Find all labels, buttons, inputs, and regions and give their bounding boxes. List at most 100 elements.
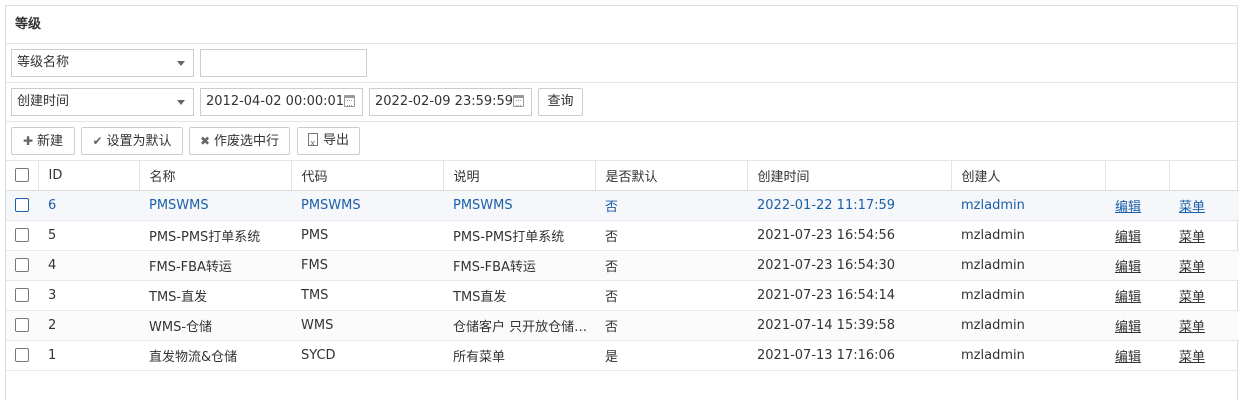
col-header-code[interactable]: 代码 [291,161,444,191]
caret-down-icon [177,100,185,105]
cell-creator: mzladmin [951,310,1105,341]
table-row[interactable]: 4 FMS-FBA转运 FMS FMS-FBA转运 否 2021-07-23 1… [6,250,1239,281]
row-checkbox[interactable] [15,318,29,332]
filter-field-label: 等级名称 [17,55,70,70]
cell-created: 2021-07-13 17:16:06 [747,340,951,371]
cell-default: 否 [595,250,747,281]
panel-title: 等级 [6,6,1237,44]
cell-default: 否 [595,190,747,221]
check-icon: ✔ [92,134,103,148]
cell-desc: 仓储客户 只开放仓储… [443,310,595,341]
start-date-value: 2012-04-02 00:00:01 [206,94,345,109]
cell-edit: 编辑 [1105,310,1169,341]
edit-link[interactable]: 编辑 [1115,290,1141,305]
col-header-default[interactable]: 是否默认 [595,161,748,191]
filter-row-name: 等级名称 [6,44,1237,83]
menu-link[interactable]: 菜单 [1179,200,1205,215]
cell-default: 否 [595,220,747,251]
cell-name: WMS-仓储 [139,310,291,341]
new-label: 新建 [37,134,64,149]
set-default-button[interactable]: ✔ 设置为默认 [81,127,183,155]
cell-desc: TMS直发 [443,280,595,311]
cell-id: 5 [38,220,139,251]
cell-desc: PMSWMS [443,190,595,221]
table-row[interactable]: 6 PMSWMS PMSWMS PMSWMS 否 2022-01-22 11:1… [6,190,1239,221]
cell-name: TMS-直发 [139,280,291,311]
row-checkbox[interactable] [15,348,29,362]
cell-id: 3 [38,280,139,311]
col-header-id[interactable]: ID [38,161,140,191]
col-header-desc[interactable]: 说明 [443,161,596,191]
cell-name: PMSWMS [139,190,291,221]
col-header-creator[interactable]: 创建人 [951,161,1106,191]
table-row[interactable]: 1 直发物流&仓储 SYCD 所有菜单 是 2021-07-13 17:16:0… [6,340,1239,371]
cell-menu: 菜单 [1169,310,1239,341]
cell-name: PMS-PMS打单系统 [139,220,291,251]
row-checkbox-cell [6,280,38,311]
grade-name-input[interactable] [200,49,367,77]
cell-creator: mzladmin [951,250,1105,281]
export-button[interactable]: 导出 [297,127,360,157]
query-button[interactable]: 查询 [538,88,583,116]
cell-edit: 编辑 [1105,220,1169,251]
cell-created: 2021-07-23 16:54:14 [747,280,951,311]
menu-link[interactable]: 菜单 [1179,260,1205,275]
cell-code: FMS [291,250,443,281]
edit-link[interactable]: 编辑 [1115,200,1141,215]
new-button[interactable]: ✚ 新建 [11,127,75,155]
grade-panel: 等级 等级名称 创建时间 2012-04-02 00:00:01 2022-02… [5,5,1239,400]
start-date-input[interactable]: 2012-04-02 00:00:01 [200,88,363,116]
plus-icon: ✚ [22,134,34,148]
edit-link[interactable]: 编辑 [1115,320,1141,335]
calendar-icon[interactable] [513,95,524,107]
cell-code: SYCD [291,340,443,371]
table-row[interactable]: 5 PMS-PMS打单系统 PMS PMS-PMS打单系统 否 2021-07-… [6,220,1239,251]
col-header-edit [1105,161,1170,191]
calendar-icon[interactable] [344,95,355,107]
cell-created: 2021-07-23 16:54:56 [747,220,951,251]
filter-row-time: 创建时间 2012-04-02 00:00:01 2022-02-09 23:5… [6,83,1237,122]
row-checkbox[interactable] [15,198,29,212]
filter-field-select-time[interactable]: 创建时间 [11,88,194,116]
cell-menu: 菜单 [1169,190,1239,221]
cell-creator: mzladmin [951,220,1105,251]
set-default-label: 设置为默认 [106,134,172,149]
edit-link[interactable]: 编辑 [1115,230,1141,245]
filter-field-select-name[interactable]: 等级名称 [11,49,194,77]
cell-id: 2 [38,310,139,341]
cell-default: 是 [595,340,747,371]
cell-creator: mzladmin [951,190,1105,221]
row-checkbox-cell [6,250,38,281]
cell-default: 否 [595,280,747,311]
cell-code: PMSWMS [291,190,443,221]
menu-link[interactable]: 菜单 [1179,320,1205,335]
row-checkbox[interactable] [15,228,29,242]
void-label: 作废选中行 [214,134,280,149]
select-all-checkbox[interactable] [15,168,29,183]
toolbar: ✚新建 ✔设置为默认 ✖作废选中行 导出 [6,122,1237,161]
col-header-created[interactable]: 创建时间 [747,161,952,191]
menu-link[interactable]: 菜单 [1179,290,1205,305]
row-checkbox[interactable] [15,288,29,302]
table-row[interactable]: 2 WMS-仓储 WMS 仓储客户 只开放仓储… 否 2021-07-14 15… [6,310,1239,341]
edit-link[interactable]: 编辑 [1115,260,1141,275]
cell-desc: FMS-FBA转运 [443,250,595,281]
table-row[interactable]: 3 TMS-直发 TMS TMS直发 否 2021-07-23 16:54:14… [6,280,1239,311]
cell-edit: 编辑 [1105,250,1169,281]
row-checkbox-cell [6,310,38,341]
menu-link[interactable]: 菜单 [1179,350,1205,365]
cell-code: PMS [291,220,443,251]
select-all-cell [6,161,39,191]
col-header-name[interactable]: 名称 [139,161,292,191]
cell-id: 6 [38,190,139,221]
cell-code: TMS [291,280,443,311]
menu-link[interactable]: 菜单 [1179,230,1205,245]
end-date-input[interactable]: 2022-02-09 23:59:59 [369,88,532,116]
grade-table: ID 名称 代码 说明 是否默认 创建时间 创建人 6 PMSWMS PMSWM… [6,161,1239,371]
row-checkbox[interactable] [15,258,29,272]
row-checkbox-cell [6,190,38,221]
void-selected-button[interactable]: ✖ 作废选中行 [189,127,290,155]
cell-default: 否 [595,310,747,341]
edit-link[interactable]: 编辑 [1115,350,1141,365]
cell-edit: 编辑 [1105,280,1169,311]
